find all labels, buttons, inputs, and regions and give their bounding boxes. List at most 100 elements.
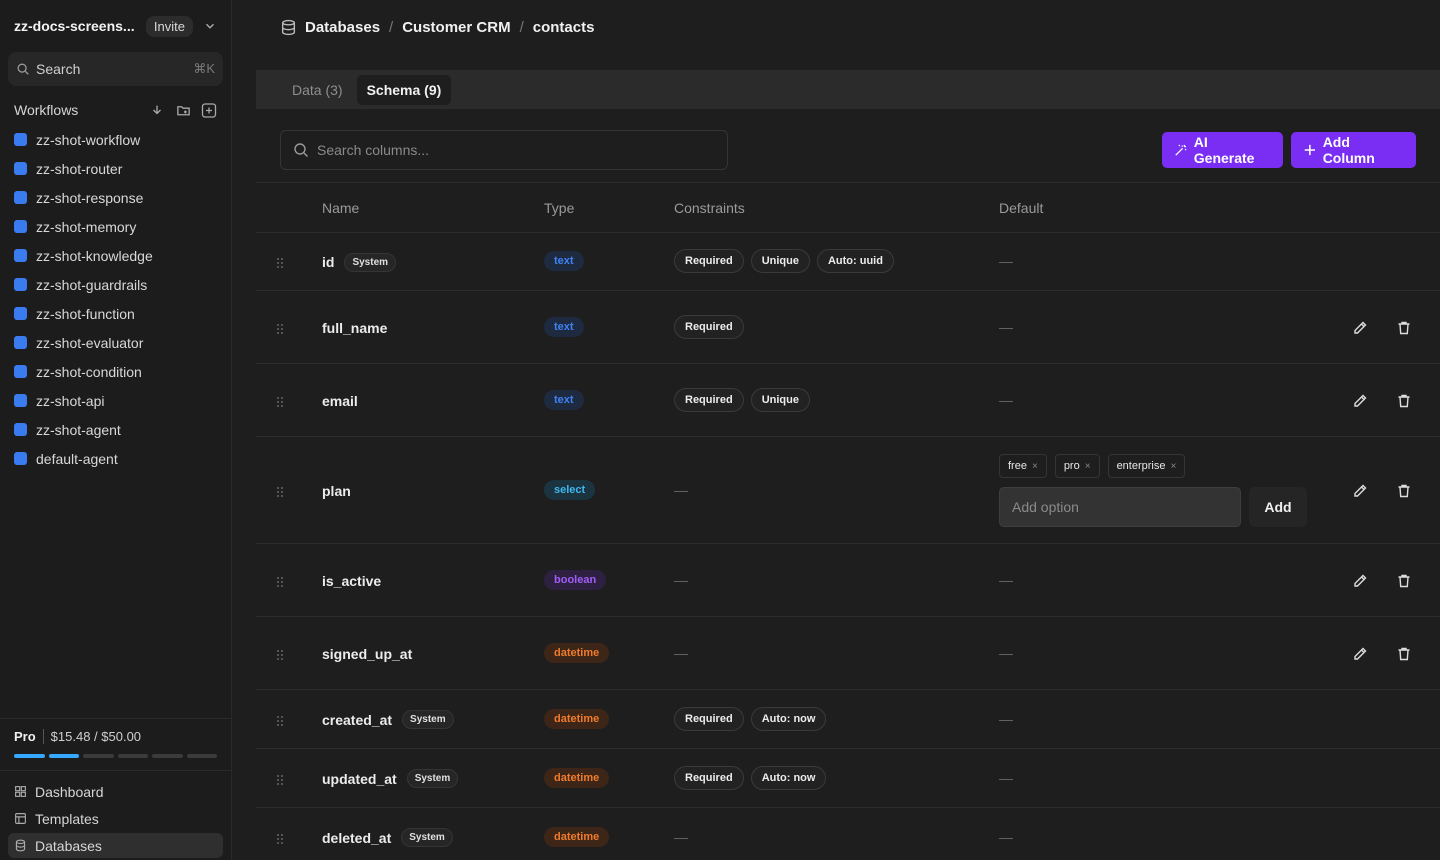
workflow-color-dot [14,191,27,204]
edit-icon[interactable] [1352,573,1368,589]
trash-icon[interactable] [1396,320,1412,336]
trash-icon[interactable] [1396,646,1412,662]
column-name-cell: plan [322,481,351,501]
table-row[interactable]: deleted_at System datetime — — [256,808,1440,860]
workflow-item[interactable]: zz-shot-evaluator [0,328,231,357]
drag-handle-icon[interactable] [276,648,284,660]
type-badge: datetime [544,642,610,663]
workflow-label: zz-shot-condition [36,363,142,380]
table-row[interactable]: created_at System datetime Required Auto: no… [256,690,1440,749]
column-search[interactable] [280,130,728,170]
trash-icon[interactable] [1396,483,1412,499]
drag-handle-icon[interactable] [276,322,284,334]
import-icon[interactable] [149,102,165,118]
breadcrumb-separator: / [389,19,394,36]
add-workflow-icon[interactable] [201,102,217,118]
drag-handle-icon[interactable] [276,773,284,785]
usage-segment [186,754,217,758]
default-value: — [999,318,1013,335]
edit-icon[interactable] [1352,646,1368,662]
column-search-input[interactable] [317,142,717,158]
drag-handle-icon[interactable] [276,395,284,407]
table-row[interactable]: plan select — free × pro × enterprise × Add [256,437,1440,544]
drag-handle-icon[interactable] [276,575,284,587]
trash-icon[interactable] [1396,573,1412,589]
new-folder-icon[interactable] [175,102,191,118]
table-row[interactable]: is_active boolean — — [256,544,1440,617]
breadcrumb-separator: / [519,19,524,36]
workflow-item[interactable]: zz-shot-condition [0,357,231,386]
workflow-color-dot [14,162,27,175]
default-value: — [999,710,1013,727]
workflow-color-dot [14,249,27,262]
add-option-field[interactable] [999,487,1241,527]
type-badge: datetime [544,826,610,847]
table-row[interactable]: full_name text Required — [256,291,1440,364]
remove-option-icon[interactable]: × [1085,461,1091,472]
option-label: enterprise [1116,460,1166,472]
workflow-item[interactable]: zz-shot-knowledge [0,241,231,270]
workflow-item[interactable]: zz-shot-api [0,386,231,415]
workflow-item[interactable]: zz-shot-router [0,154,231,183]
workflow-item[interactable]: zz-shot-workflow [0,125,231,154]
nav-label: Databases [35,837,102,854]
constraint-chip: Auto: uuid [816,249,894,273]
workspace-name[interactable]: zz-docs-screens... [14,18,146,34]
edit-icon[interactable] [1352,483,1368,499]
database-icon [15,839,26,852]
trash-icon[interactable] [1396,393,1412,409]
workflow-color-dot [14,394,27,407]
remove-option-icon[interactable]: × [1032,461,1038,472]
option-chip: enterprise × [1107,454,1186,478]
workflow-label: zz-shot-workflow [36,131,141,148]
table-row[interactable]: signed_up_at datetime — — [256,617,1440,690]
breadcrumb-databases[interactable]: Databases [305,19,380,36]
nav-templates[interactable]: Templates [8,806,223,831]
constraint-chip: Required [674,765,744,790]
workflow-color-dot [14,452,27,465]
column-name-cell: deleted_at System [322,828,453,848]
table-row[interactable]: email text Required Unique — [256,364,1440,437]
usage-segment [83,754,114,758]
breadcrumb-customer-crm[interactable]: Customer CRM [402,19,510,36]
column-name-cell: email [322,391,358,411]
usage-panel[interactable]: Pro $15.48 / $50.00 [0,718,231,758]
workflow-item[interactable]: zz-shot-response [0,183,231,212]
nav-databases[interactable]: Databases [8,833,223,858]
search-label: Search [36,61,81,77]
drag-handle-icon[interactable] [276,256,284,268]
edit-icon[interactable] [1352,393,1368,409]
workflow-item[interactable]: zz-shot-function [0,299,231,328]
tab-data[interactable]: Data (3) [282,75,353,105]
add-option-input[interactable] [1012,499,1232,515]
sidebar-search[interactable]: Search ⌘K [8,52,223,86]
drag-handle-icon[interactable] [276,832,284,844]
remove-option-icon[interactable]: × [1170,461,1176,472]
tab-schema[interactable]: Schema (9) [356,74,452,105]
drag-handle-icon[interactable] [276,714,284,726]
table-row[interactable]: id System text Required Unique Auto: uuid — [256,233,1440,291]
invite-button[interactable]: Invite [145,15,193,37]
workflow-item[interactable]: zz-shot-memory [0,212,231,241]
add-column-button[interactable]: Add Column [1291,132,1416,168]
add-option-button[interactable]: Add [1249,487,1307,527]
nav-dashboard[interactable]: Dashboard [8,779,223,804]
column-name: full_name [322,319,388,336]
header-name: Name [322,199,360,216]
plan-label: Pro [14,729,44,744]
default-value: — [999,644,1013,661]
edit-icon[interactable] [1352,320,1368,336]
drag-handle-icon[interactable] [276,485,284,497]
column-name: email [322,392,358,409]
workflow-item[interactable]: zz-shot-agent [0,415,231,444]
workflow-item[interactable]: zz-shot-guardrails [0,270,231,299]
constraints-empty: — [674,644,688,661]
ai-generate-button[interactable]: AI Generate [1162,132,1283,168]
tab-bar: Data (3) Schema (9) [256,70,1440,109]
workflow-item[interactable]: default-agent [0,444,231,473]
chevron-down-icon[interactable] [203,19,217,33]
table-row[interactable]: updated_at System datetime Required Auto: no… [256,749,1440,808]
system-badge: System [402,710,454,729]
constraint-chip: Unique [750,387,810,412]
usage-meter [14,754,217,758]
